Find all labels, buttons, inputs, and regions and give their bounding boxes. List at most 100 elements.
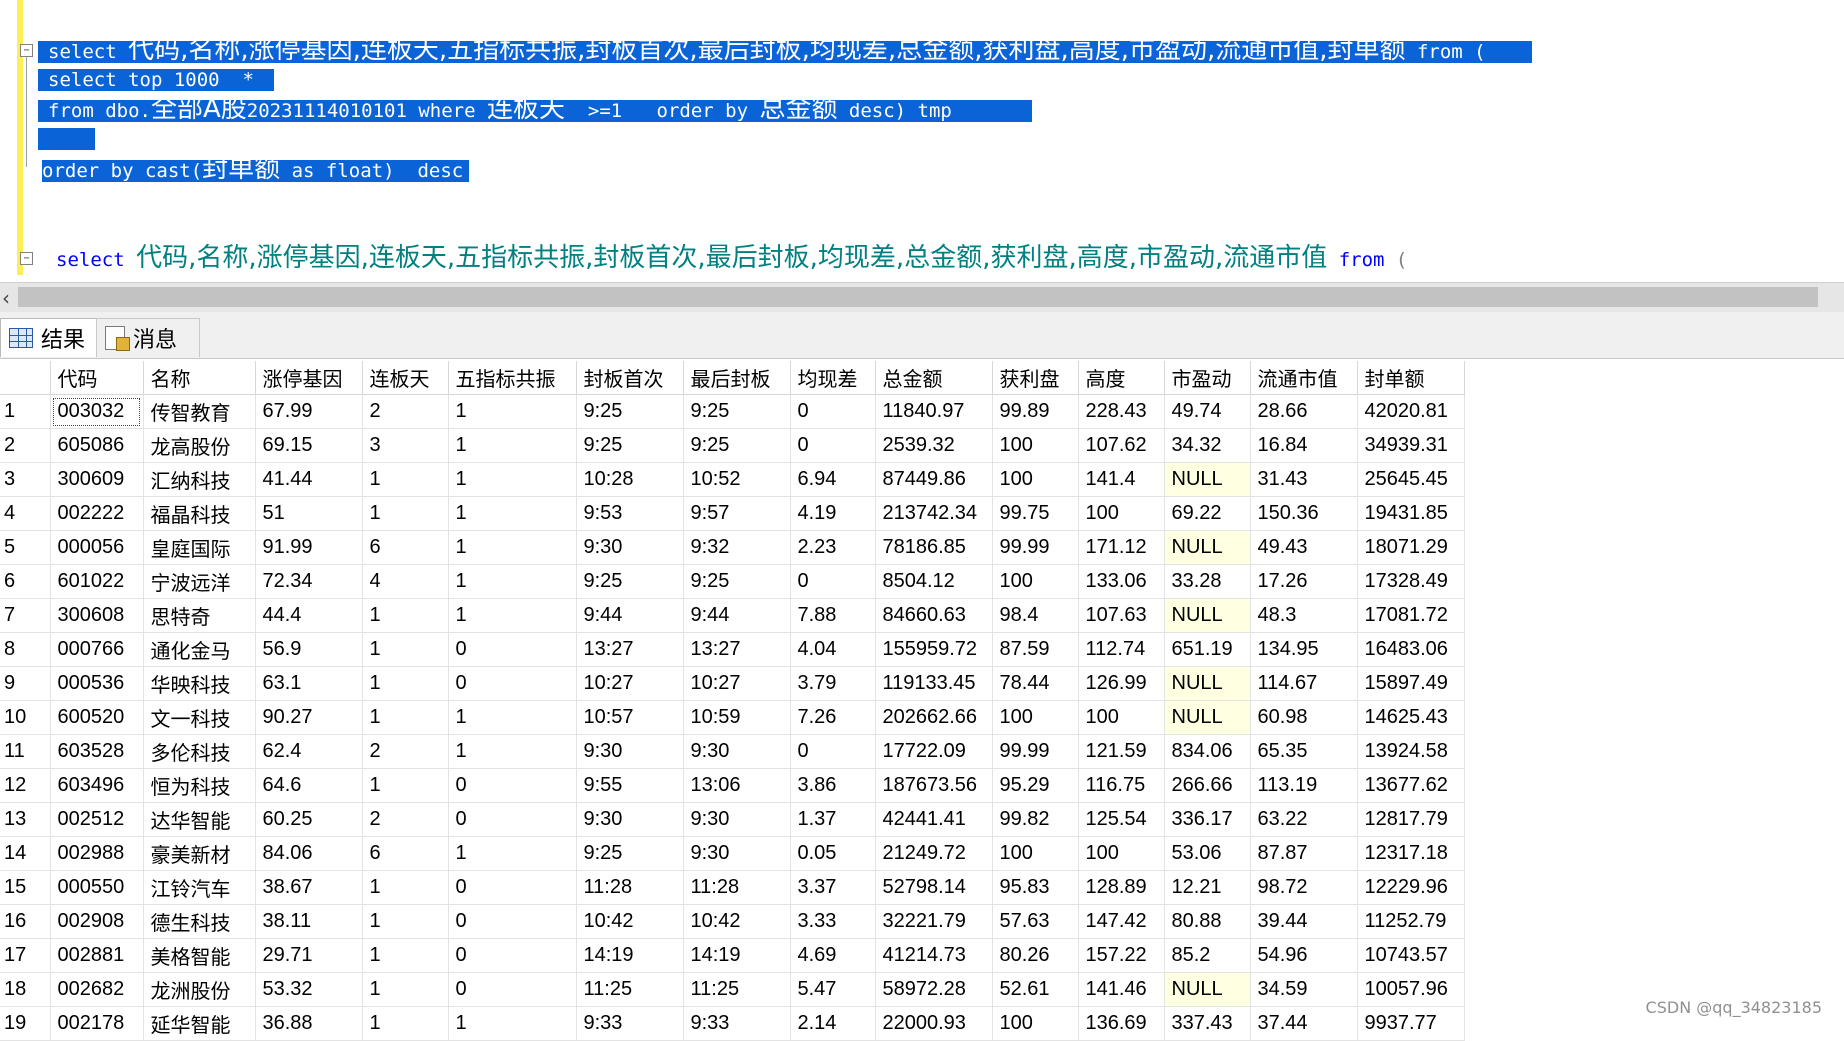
grid-cell[interactable]: 12.21: [1164, 870, 1251, 905]
grid-cell[interactable]: 9:25: [683, 394, 791, 429]
column-header[interactable]: 名称: [143, 361, 256, 395]
grid-cell[interactable]: 12317.18: [1357, 836, 1465, 871]
grid-cell[interactable]: 300609: [50, 462, 144, 497]
grid-cell[interactable]: 9:32: [683, 530, 791, 565]
grid-cell[interactable]: 266.66: [1164, 768, 1251, 803]
grid-cell[interactable]: 28.66: [1250, 394, 1358, 429]
grid-cell[interactable]: 思特奇: [143, 598, 256, 633]
grid-cell[interactable]: 63.22: [1250, 802, 1358, 837]
table-row[interactable]: 9 000536 华映科技 63.1 1 0 10:27 10:27 3.79 119133.45…: [0, 666, 1465, 701]
grid-cell[interactable]: 52.61: [992, 972, 1079, 1007]
grid-cell[interactable]: 39.44: [1250, 904, 1358, 939]
grid-cell[interactable]: 4: [362, 564, 449, 599]
table-row[interactable]: 5 000056 皇庭国际 91.99 6 1 9:30 9:32 2.23 78186.85 99…: [0, 530, 1465, 565]
grid-cell[interactable]: 601022: [50, 564, 144, 599]
grid-cell[interactable]: 龙洲股份: [143, 972, 256, 1007]
grid-cell[interactable]: 9:30: [683, 802, 791, 837]
code-line-2[interactable]: select top 1000 *: [38, 66, 274, 94]
grid-cell[interactable]: 通化金马: [143, 632, 256, 667]
grid-cell[interactable]: 1: [362, 938, 449, 973]
grid-cell[interactable]: 100: [1078, 496, 1165, 531]
row-number[interactable]: 6: [0, 564, 51, 599]
grid-cell[interactable]: 9:33: [576, 1006, 684, 1041]
tab-messages[interactable]: 消息: [96, 318, 200, 357]
grid-cell[interactable]: 60.98: [1250, 700, 1358, 735]
grid-cell[interactable]: 85.2: [1164, 938, 1251, 973]
scrollbar-thumb[interactable]: [18, 287, 1818, 307]
grid-cell[interactable]: 9:33: [683, 1006, 791, 1041]
grid-cell[interactable]: 95.83: [992, 870, 1079, 905]
grid-cell[interactable]: 18071.29: [1357, 530, 1465, 565]
grid-cell[interactable]: 651.19: [1164, 632, 1251, 667]
grid-cell[interactable]: 19431.85: [1357, 496, 1465, 531]
code-line-5[interactable]: order by cast(封单额 as float) desc: [42, 155, 470, 185]
grid-cell[interactable]: 29.71: [255, 938, 363, 973]
grid-cell[interactable]: 2: [362, 734, 449, 769]
grid-cell[interactable]: 95.29: [992, 768, 1079, 803]
table-row[interactable]: 6 601022 宁波远洋 72.34 4 1 9:25 9:25 0 8504.12 100 133…: [0, 564, 1465, 599]
grid-cell[interactable]: 2: [362, 802, 449, 837]
grid-cell[interactable]: 53.06: [1164, 836, 1251, 871]
grid-cell[interactable]: 3.79: [790, 666, 876, 701]
row-number[interactable]: 8: [0, 632, 51, 667]
grid-cell[interactable]: 84.06: [255, 836, 363, 871]
grid-cell[interactable]: 14:19: [683, 938, 791, 973]
table-row[interactable]: 1 003032 传智教育 67.99 2 1 9:25 9:25 0 11840.97 99.89…: [0, 394, 1465, 429]
grid-cell[interactable]: 3: [362, 428, 449, 463]
row-number[interactable]: 14: [0, 836, 51, 871]
grid-cell[interactable]: 多伦科技: [143, 734, 256, 769]
grid-cell[interactable]: 0: [790, 734, 876, 769]
grid-cell[interactable]: 10:52: [683, 462, 791, 497]
grid-cell[interactable]: 834.06: [1164, 734, 1251, 769]
grid-cell[interactable]: 15897.49: [1357, 666, 1465, 701]
grid-cell[interactable]: 10:42: [683, 904, 791, 939]
grid-cell[interactable]: 91.99: [255, 530, 363, 565]
code-line-3[interactable]: from dbo.全部A股20231114010101 where 连板天 >=…: [38, 95, 1032, 125]
grid-cell[interactable]: 336.17: [1164, 802, 1251, 837]
grid-cell[interactable]: 2.14: [790, 1006, 876, 1041]
grid-cell[interactable]: 62.4: [255, 734, 363, 769]
grid-cell[interactable]: 9:44: [683, 598, 791, 633]
grid-cell[interactable]: 13677.62: [1357, 768, 1465, 803]
results-grid[interactable]: 代码 名称 涨停基因 连板天 五指标共振 封板首次 最后封板 均现差 总金额 获利盘 高度 市盈动 流通…: [0, 361, 1465, 1041]
grid-cell[interactable]: 100: [992, 836, 1079, 871]
grid-cell[interactable]: 002512: [50, 802, 144, 837]
grid-cell[interactable]: 1: [362, 700, 449, 735]
grid-cell[interactable]: 17722.09: [875, 734, 993, 769]
grid-cell[interactable]: 1: [448, 496, 577, 531]
grid-cell[interactable]: 600520: [50, 700, 144, 735]
grid-cell[interactable]: 100: [992, 462, 1079, 497]
grid-cell[interactable]: 134.95: [1250, 632, 1358, 667]
grid-cell[interactable]: 0: [448, 632, 577, 667]
grid-cell[interactable]: 9:30: [576, 734, 684, 769]
grid-cell[interactable]: 000766: [50, 632, 144, 667]
grid-cell[interactable]: 002988: [50, 836, 144, 871]
table-row[interactable]: 15 000550 江铃汽车 38.67 1 0 11:28 11:28 3.37 52798.1…: [0, 870, 1465, 905]
grid-cell[interactable]: 126.99: [1078, 666, 1165, 701]
grid-cell[interactable]: 1: [362, 768, 449, 803]
grid-cell[interactable]: 1.37: [790, 802, 876, 837]
grid-cell[interactable]: 2.23: [790, 530, 876, 565]
grid-cell[interactable]: 达华智能: [143, 802, 256, 837]
grid-cell[interactable]: 1: [362, 1006, 449, 1041]
grid-cell[interactable]: 21249.72: [875, 836, 993, 871]
column-header[interactable]: 市盈动: [1164, 361, 1251, 395]
grid-cell[interactable]: 113.19: [1250, 768, 1358, 803]
grid-cell[interactable]: 003032: [50, 394, 144, 429]
grid-cell[interactable]: 4.69: [790, 938, 876, 973]
grid-cell[interactable]: 1: [448, 462, 577, 497]
row-number[interactable]: 5: [0, 530, 51, 565]
grid-cell[interactable]: 98.72: [1250, 870, 1358, 905]
column-header[interactable]: 连板天: [362, 361, 449, 395]
grid-cell[interactable]: 豪美新材: [143, 836, 256, 871]
grid-cell[interactable]: 65.35: [1250, 734, 1358, 769]
grid-cell[interactable]: 10:27: [576, 666, 684, 701]
grid-cell[interactable]: 9937.77: [1357, 1006, 1465, 1041]
row-number[interactable]: 2: [0, 428, 51, 463]
grid-cell[interactable]: 100: [992, 428, 1079, 463]
grid-cell[interactable]: 64.6: [255, 768, 363, 803]
grid-cell[interactable]: 0: [448, 870, 577, 905]
grid-cell[interactable]: 51: [255, 496, 363, 531]
grid-cell[interactable]: 107.62: [1078, 428, 1165, 463]
row-number[interactable]: 11: [0, 734, 51, 769]
